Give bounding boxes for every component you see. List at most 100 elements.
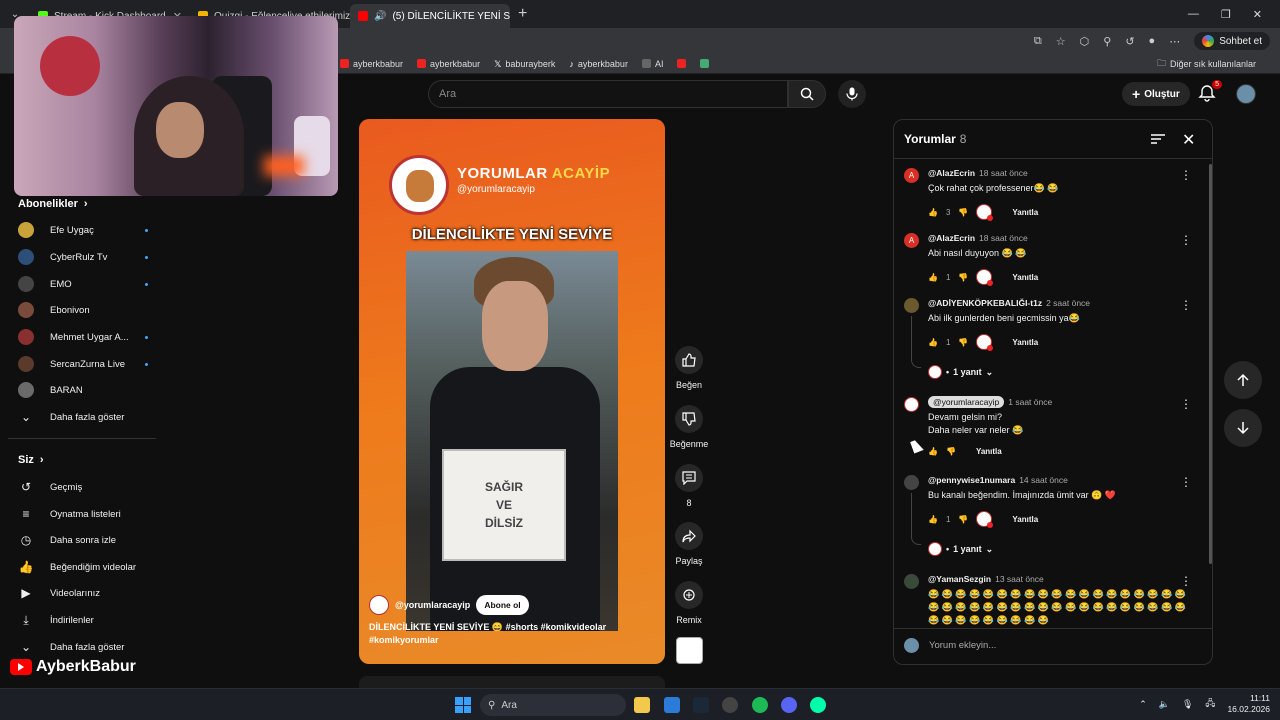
taskbar-search[interactable]: ⚲ Ara [480, 694, 626, 716]
bookmark-item[interactable]: ayberkbabur [340, 59, 403, 69]
minimize-icon[interactable]: — [1188, 8, 1199, 21]
reply-button[interactable]: Yanıtla [1012, 208, 1038, 217]
subscriptions-heading[interactable]: Abonelikler › [18, 198, 88, 210]
dislike-button[interactable]: Beğenme [670, 405, 708, 449]
bookmark-item[interactable] [700, 59, 710, 68]
maximize-icon[interactable]: ❐ [1221, 8, 1231, 21]
short-video-player[interactable]: YORUMLAR ACAYİP @yorumlaracayip DİLENCİL… [359, 119, 665, 664]
show-replies-button[interactable]: • 1 yanıt ⌄ [928, 542, 993, 556]
sidebar-show-more-subs[interactable]: ⌄ Daha fazla göster [18, 407, 148, 427]
sidebar-sub-ebonivon[interactable]: Ebonivon [18, 300, 148, 320]
comment-author[interactable]: @AlazEcrin 18 saat önce [928, 233, 1028, 243]
close-window-icon[interactable]: ✕ [1253, 8, 1262, 21]
sidebar-item-your-videos[interactable]: ▶ Videolarınız [18, 583, 148, 603]
profile-icon[interactable]: ● [1149, 35, 1156, 47]
voice-search-button[interactable] [838, 80, 866, 108]
sidebar-item-history[interactable]: ↺ Geçmiş [18, 477, 148, 497]
sidebar-show-more-you[interactable]: ⌄ Daha fazla göster [18, 637, 148, 657]
subscribe-button[interactable]: Abone ol [476, 595, 529, 615]
comment-dislike-icon[interactable]: 👎 [958, 515, 968, 524]
comment-dislike-icon[interactable]: 👎 [958, 208, 968, 217]
photos-icon[interactable] [664, 697, 680, 713]
sort-comments-button[interactable] [1150, 132, 1166, 150]
copilot-chat-button[interactable]: Sohbet et [1194, 32, 1270, 50]
sidebar-item-playlists[interactable]: ≡ Oynatma listeleri [18, 504, 148, 524]
comment-menu-icon[interactable]: ⋮ [1180, 574, 1192, 588]
spotify-icon[interactable] [752, 697, 768, 713]
file-explorer-icon[interactable] [634, 697, 650, 713]
clock[interactable]: 11:11 16.02.2026 [1227, 693, 1270, 715]
comment-dislike-icon[interactable]: 👎 [946, 447, 956, 456]
extensions-icon[interactable]: ⬡ [1080, 35, 1090, 48]
share-button[interactable]: Paylaş [670, 522, 708, 566]
bookmark-item[interactable]: ayberkbabur [417, 59, 480, 69]
comment-avatar[interactable]: A [904, 233, 919, 248]
account-avatar[interactable] [1236, 84, 1256, 104]
comment-author[interactable]: @pennywise1numara 14 saat önce [928, 475, 1068, 485]
comment-like-icon[interactable]: 👍 [928, 447, 938, 456]
comment-like-icon[interactable]: 👍 [928, 338, 938, 347]
add-comment-input[interactable]: Yorum ekleyin... [904, 638, 996, 653]
sidebar-sub-emo[interactable]: EMO [18, 274, 148, 294]
comment-menu-icon[interactable]: ⋮ [1180, 475, 1192, 489]
sidebar-sub-cyberrulz[interactable]: CyberRulz Tv [18, 247, 148, 267]
comment-avatar[interactable] [904, 475, 919, 490]
split-view-icon[interactable]: ⧉ [1034, 35, 1042, 48]
comment-menu-icon[interactable]: ⋮ [1180, 233, 1192, 247]
comment-like-icon[interactable]: 👍 [928, 208, 938, 217]
sidebar-sub-sercanzurna[interactable]: SercanZurna Live [18, 354, 148, 374]
sidebar-item-liked-videos[interactable]: 👍 Beğendiğim videolar [18, 557, 148, 577]
network-icon[interactable]: 🖧 [1205, 696, 1215, 712]
previous-short-button[interactable] [1224, 361, 1262, 399]
next-short-button[interactable] [1224, 409, 1262, 447]
comment-avatar[interactable] [904, 298, 919, 313]
comments-button[interactable]: 8 [670, 464, 708, 508]
sidebar-sub-efe-uygac[interactable]: Efe Uygaç [18, 220, 148, 240]
comments-scrollbar[interactable] [1209, 164, 1212, 564]
comment-like-icon[interactable]: 👍 [928, 273, 938, 282]
comment-author[interactable]: @YamanSezgin 13 saat önce [928, 574, 1044, 584]
obs-icon[interactable] [722, 697, 738, 713]
comment-avatar[interactable] [904, 574, 919, 589]
chevron-up-icon[interactable]: ⌃ [1139, 699, 1147, 710]
search-input[interactable]: Ara [428, 80, 788, 108]
show-replies-button[interactable]: • 1 yanıt ⌄ [928, 365, 993, 379]
create-button[interactable]: + Oluştur [1122, 82, 1190, 106]
comment-dislike-icon[interactable]: 👎 [958, 338, 968, 347]
history-icon[interactable]: ↺ [1125, 35, 1134, 48]
bookmark-item[interactable]: ♪ ayberkbabur [569, 59, 628, 70]
new-tab-icon[interactable]: + [518, 5, 527, 23]
bookmark-item[interactable] [677, 59, 687, 68]
speaker-icon[interactable]: 🔊 [374, 11, 386, 22]
comment-menu-icon[interactable]: ⋮ [1180, 298, 1192, 312]
like-button[interactable]: Beğen [670, 346, 708, 390]
caption-channel-name[interactable]: @yorumlaracayip [395, 600, 470, 610]
other-bookmarks[interactable]: 🗀 Diğer sık kullanılanlar [1157, 56, 1266, 72]
reply-button[interactable]: Yanıtla [1012, 338, 1038, 347]
notifications-button[interactable]: 5 [1198, 80, 1222, 104]
microphone-icon[interactable]: 🎙 [1182, 699, 1193, 710]
comment-author[interactable]: @yorumlaracayip 1 saat önce [928, 396, 1052, 408]
reply-button[interactable]: Yanıtla [1012, 515, 1038, 524]
sidebar-sub-baran[interactable]: BARAN [18, 380, 148, 400]
comment-menu-icon[interactable]: ⋮ [1180, 168, 1192, 182]
audio-source-thumbnail[interactable] [676, 637, 703, 664]
steam-icon[interactable] [693, 697, 709, 713]
sidebar-item-watch-later[interactable]: ◷ Daha sonra izle [18, 530, 148, 550]
collections-icon[interactable]: ⚲ [1103, 35, 1111, 48]
channel-avatar[interactable] [369, 595, 389, 615]
discord-icon[interactable] [781, 697, 797, 713]
speaker-icon[interactable]: 🔈 [1159, 699, 1170, 710]
edge-icon[interactable] [810, 697, 826, 713]
comment-author[interactable]: @ADİYENKÖPKEBALIĞI-t1z 2 saat önce [928, 298, 1090, 308]
remix-button[interactable]: Remix [670, 581, 708, 625]
more-options-icon[interactable]: ⋯ [1169, 35, 1180, 48]
you-heading[interactable]: Siz › [18, 454, 44, 466]
tab-youtube-short[interactable]: 🔊 (5) DİLENCİLİKTE YENİ SEVİYE ✕ [350, 4, 510, 28]
comment-like-icon[interactable]: 👍 [928, 515, 938, 524]
close-comments-icon[interactable]: ✕ [1182, 130, 1195, 150]
bookmark-item[interactable]: AI [641, 59, 663, 69]
reply-button[interactable]: Yanıtla [1012, 273, 1038, 282]
comment-avatar[interactable]: A [904, 168, 919, 183]
comment-dislike-icon[interactable]: 👎 [958, 273, 968, 282]
